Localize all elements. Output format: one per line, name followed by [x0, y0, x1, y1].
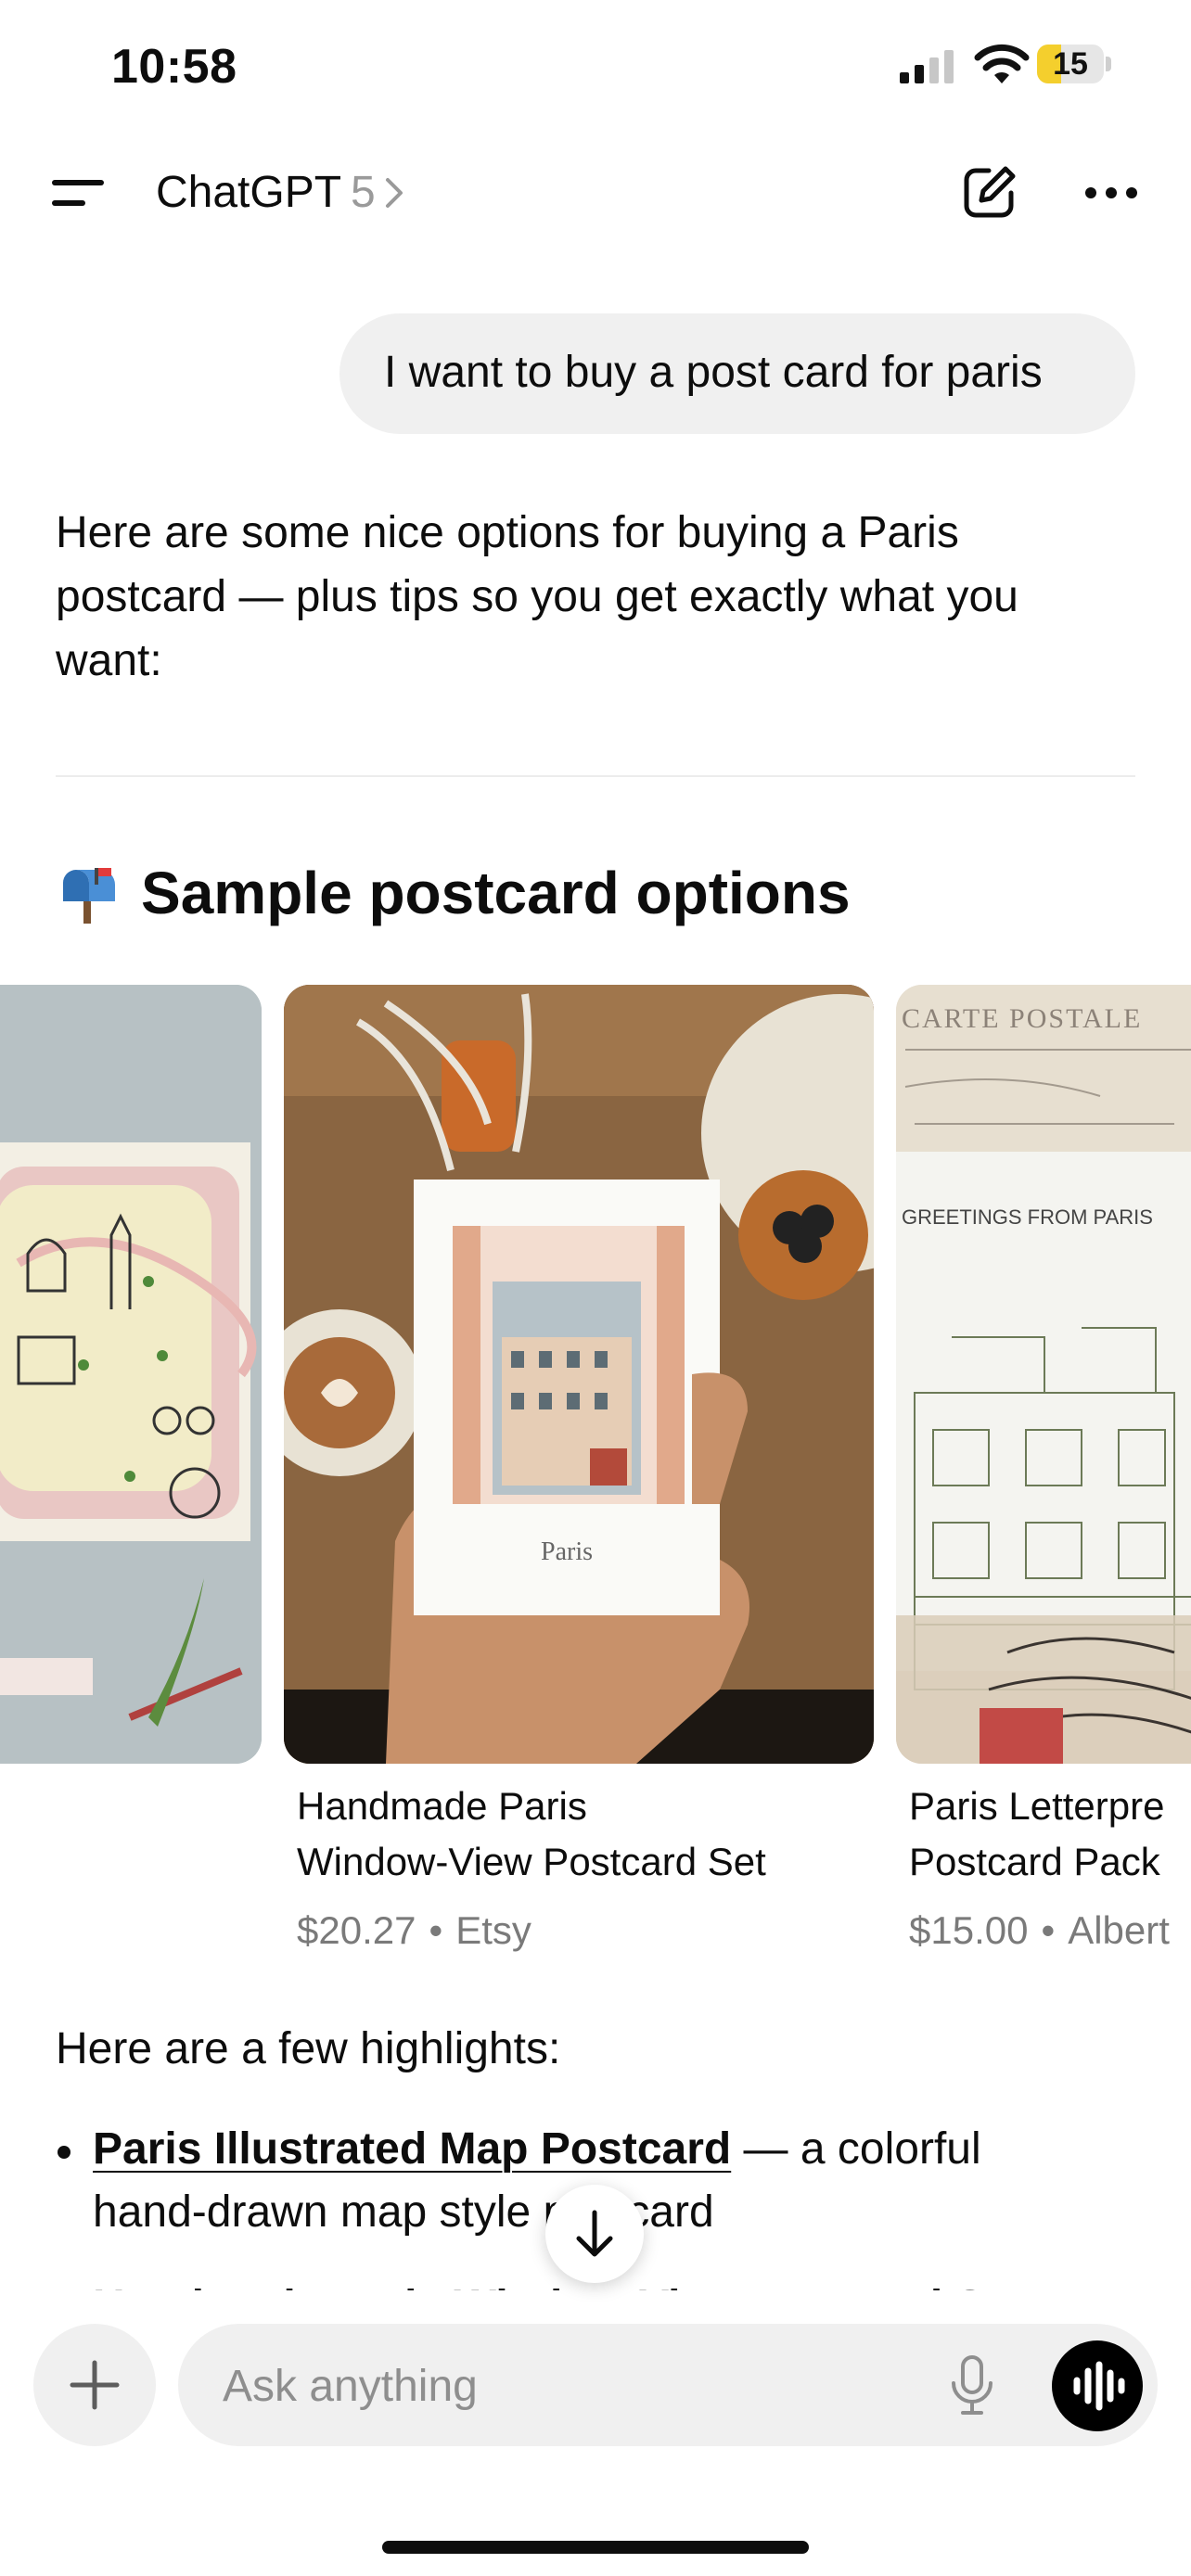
product-price: $20.27: [297, 1908, 416, 1952]
chevron-right-icon[interactable]: [383, 174, 405, 211]
product-seller: Albert: [1068, 1908, 1170, 1952]
product-title-line[interactable]: Handmade Paris: [297, 1779, 587, 1834]
more-options-icon[interactable]: [1083, 184, 1139, 202]
product-title-line[interactable]: Postcard Pack: [909, 1834, 1160, 1890]
user-message-text: I want to buy a post card for paris: [384, 348, 1043, 397]
bullet-point: [58, 2146, 70, 2159]
arrow-down-icon: [576, 2210, 613, 2257]
carte-postale-text: CARTE POSTALE: [902, 1003, 1142, 1034]
add-attachment-button[interactable]: [33, 2324, 156, 2446]
voice-mode-button[interactable]: [1052, 2340, 1143, 2431]
postcard-image-text: Paris: [541, 1537, 593, 1566]
app-title[interactable]: ChatGPT: [156, 167, 341, 218]
highlight-item: Paris Illustrated Map Postcard — a color…: [93, 2123, 981, 2174]
status-time: 10:58: [111, 40, 237, 94]
mailbox-icon: [63, 868, 115, 924]
product-image-window-view-postcard[interactable]: Paris: [284, 985, 874, 1764]
battery-percent: 15: [1053, 46, 1088, 82]
highlight-link[interactable]: Paris Illustrated Map Postcard: [93, 2124, 731, 2174]
highlight-desc: — a colorful: [731, 2124, 981, 2174]
battery-icon: 15: [1037, 45, 1111, 83]
sidebar-menu-icon[interactable]: [52, 176, 104, 210]
plus-icon: [70, 2360, 120, 2410]
product-image-letterpress-postcard[interactable]: CARTE POSTALE GREETINGS FROM PARIS: [896, 985, 1191, 1764]
wifi-icon: [974, 44, 1030, 83]
voice-waveform-icon: [1073, 2361, 1125, 2411]
message-input-placeholder[interactable]: Ask anything: [223, 2361, 478, 2412]
greetings-text: GREETINGS FROM PARIS: [902, 1205, 1153, 1229]
divider: [56, 775, 1135, 777]
product-seller: Etsy: [455, 1908, 531, 1952]
product-title-line[interactable]: Paris Letterpre: [909, 1779, 1164, 1834]
assistant-intro-text: Here are some nice options for buying a …: [56, 508, 1018, 685]
product-title-line[interactable]: Window-View Postcard Set: [297, 1834, 766, 1890]
product-price: $15.00: [909, 1908, 1029, 1952]
product-meta: $15.00 • Albert: [909, 1908, 1170, 1952]
cellular-signal-icon: [900, 50, 954, 83]
product-image-illustrated-map-postcard[interactable]: [0, 985, 262, 1764]
home-indicator: [382, 2541, 809, 2554]
highlights-heading: Here are a few highlights:: [56, 2024, 561, 2073]
new-chat-compose-icon[interactable]: [961, 163, 1018, 221]
product-meta: $20.27 • Etsy: [297, 1908, 531, 1952]
section-heading: Sample postcard options: [141, 860, 851, 926]
scroll-to-bottom-button[interactable]: [545, 2185, 644, 2283]
model-version[interactable]: 5: [351, 167, 376, 218]
microphone-icon[interactable]: [944, 2353, 1000, 2418]
